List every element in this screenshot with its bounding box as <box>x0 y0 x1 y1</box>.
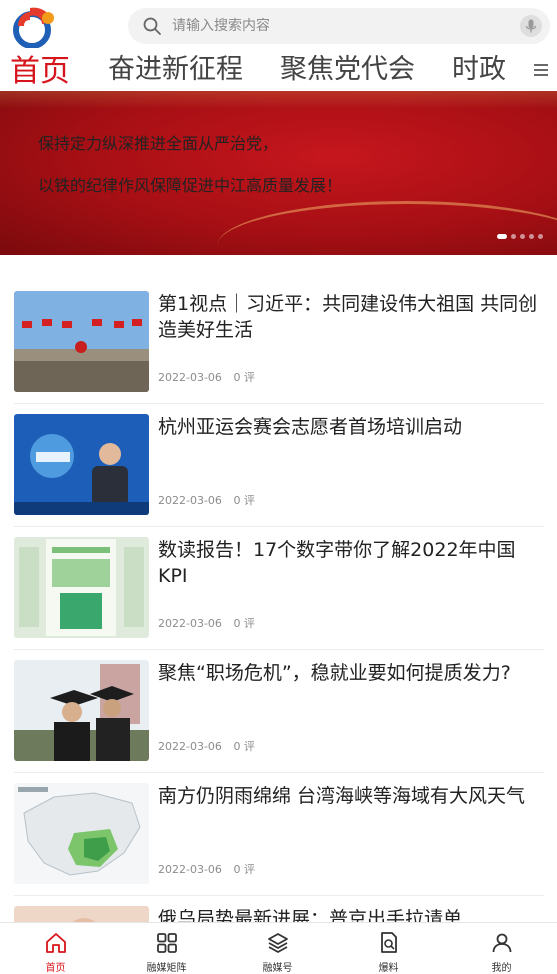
nav-media-account[interactable]: 融媒号 <box>222 923 333 974</box>
news-meta: 2022-03-06 0 评 <box>158 738 263 754</box>
news-date: 2022-03-06 <box>158 494 222 507</box>
channel-tabs: 首页 奋进新征程 聚焦党代会 时政 <box>0 50 557 92</box>
user-icon <box>492 933 512 953</box>
news-title[interactable]: 聚焦“职场危机”，稳就业要如何提质发力? <box>158 660 544 686</box>
carousel-dot[interactable] <box>511 233 516 239</box>
news-title[interactable]: 杭州亚运会赛会志愿者首场培训启动 <box>158 414 544 440</box>
nav-profile[interactable]: 我的 <box>446 923 557 974</box>
news-thumbnail[interactable] <box>14 414 149 515</box>
nav-label: 融媒号 <box>262 963 293 974</box>
news-thumbnail[interactable] <box>14 537 149 638</box>
news-title[interactable]: 第1视点｜习近平：共同建设伟大祖国 共同创造美好生活 <box>158 291 544 343</box>
news-date: 2022-03-06 <box>158 371 222 384</box>
carousel-indicator[interactable] <box>497 233 543 239</box>
tab-politics[interactable]: 时政 <box>452 52 506 88</box>
nav-report[interactable]: 爆料 <box>333 923 444 974</box>
banner-headline-line2: 以铁的纪律作风保障促进中江高质量发展！ <box>38 176 343 195</box>
news-comments: 0 评 <box>233 863 255 876</box>
search-placeholder[interactable]: 请输入搜索内容 <box>172 17 270 35</box>
news-title[interactable]: 南方仍阴雨绵绵 台湾海峡等海域有大风天气 <box>158 783 544 809</box>
grid-icon <box>157 933 177 953</box>
menu-icon[interactable] <box>533 62 549 78</box>
banner-swoosh <box>217 201 557 255</box>
nav-media-matrix[interactable]: 融媒矩阵 <box>111 923 222 974</box>
carousel-dot[interactable] <box>529 233 534 239</box>
news-item[interactable]: 杭州亚运会赛会志愿者首场培训启动 2022-03-06 0 评 <box>14 404 544 527</box>
news-meta: 2022-03-06 0 评 <box>158 492 263 508</box>
bottom-nav: 首页 融媒矩阵 融媒号 爆料 我的 <box>0 922 557 974</box>
banner-headline-line1: 保持定力纵深推进全面从严治党， <box>38 134 279 153</box>
document-search-icon <box>381 932 397 953</box>
news-date: 2022-03-06 <box>158 863 222 876</box>
search-bar[interactable]: 请输入搜索内容 <box>128 8 550 44</box>
news-meta: 2022-03-06 0 评 <box>158 615 263 631</box>
news-comments: 0 评 <box>233 494 255 507</box>
nav-label: 首页 <box>45 963 66 974</box>
layers-icon <box>268 933 288 953</box>
nav-label: 爆料 <box>378 963 399 974</box>
tab-new-journey[interactable]: 奋进新征程 <box>108 52 243 88</box>
news-comments: 0 评 <box>233 740 255 753</box>
news-thumbnail[interactable] <box>14 291 149 392</box>
news-title[interactable]: 数读报告！17个数字带你了解2022年中国KPI <box>158 537 544 589</box>
news-date: 2022-03-06 <box>158 617 222 630</box>
tab-home[interactable]: 首页 <box>10 54 70 90</box>
carousel-dot[interactable] <box>497 233 507 239</box>
news-item[interactable]: 南方仍阴雨绵绵 台湾海峡等海域有大风天气 2022-03-06 0 评 <box>14 773 544 896</box>
news-meta: 2022-03-06 0 评 <box>158 861 263 877</box>
news-thumbnail[interactable] <box>14 660 149 761</box>
news-item[interactable]: 数读报告！17个数字带你了解2022年中国KPI 2022-03-06 0 评 <box>14 527 544 650</box>
nav-label: 融媒矩阵 <box>146 963 187 974</box>
search-icon <box>143 17 161 35</box>
news-item[interactable]: 第1视点｜习近平：共同建设伟大祖国 共同创造美好生活 2022-03-06 0 … <box>14 281 544 404</box>
tab-party-congress[interactable]: 聚焦党代会 <box>280 52 415 88</box>
news-thumbnail[interactable] <box>14 783 149 884</box>
microphone-icon[interactable] <box>520 15 542 37</box>
news-item[interactable]: 聚焦“职场危机”，稳就业要如何提质发力? 2022-03-06 0 评 <box>14 650 544 773</box>
carousel-dot[interactable] <box>538 233 543 239</box>
news-meta: 2022-03-06 0 评 <box>158 369 263 385</box>
banner-decoration <box>0 91 557 109</box>
home-icon <box>46 933 66 953</box>
app-logo-icon[interactable] <box>10 4 58 48</box>
news-date: 2022-03-06 <box>158 740 222 753</box>
nav-label: 我的 <box>491 963 512 974</box>
app-header: 请输入搜索内容 <box>0 0 557 50</box>
carousel-dot[interactable] <box>520 233 525 239</box>
news-comments: 0 评 <box>233 617 255 630</box>
news-comments: 0 评 <box>233 371 255 384</box>
nav-home[interactable]: 首页 <box>0 923 111 974</box>
